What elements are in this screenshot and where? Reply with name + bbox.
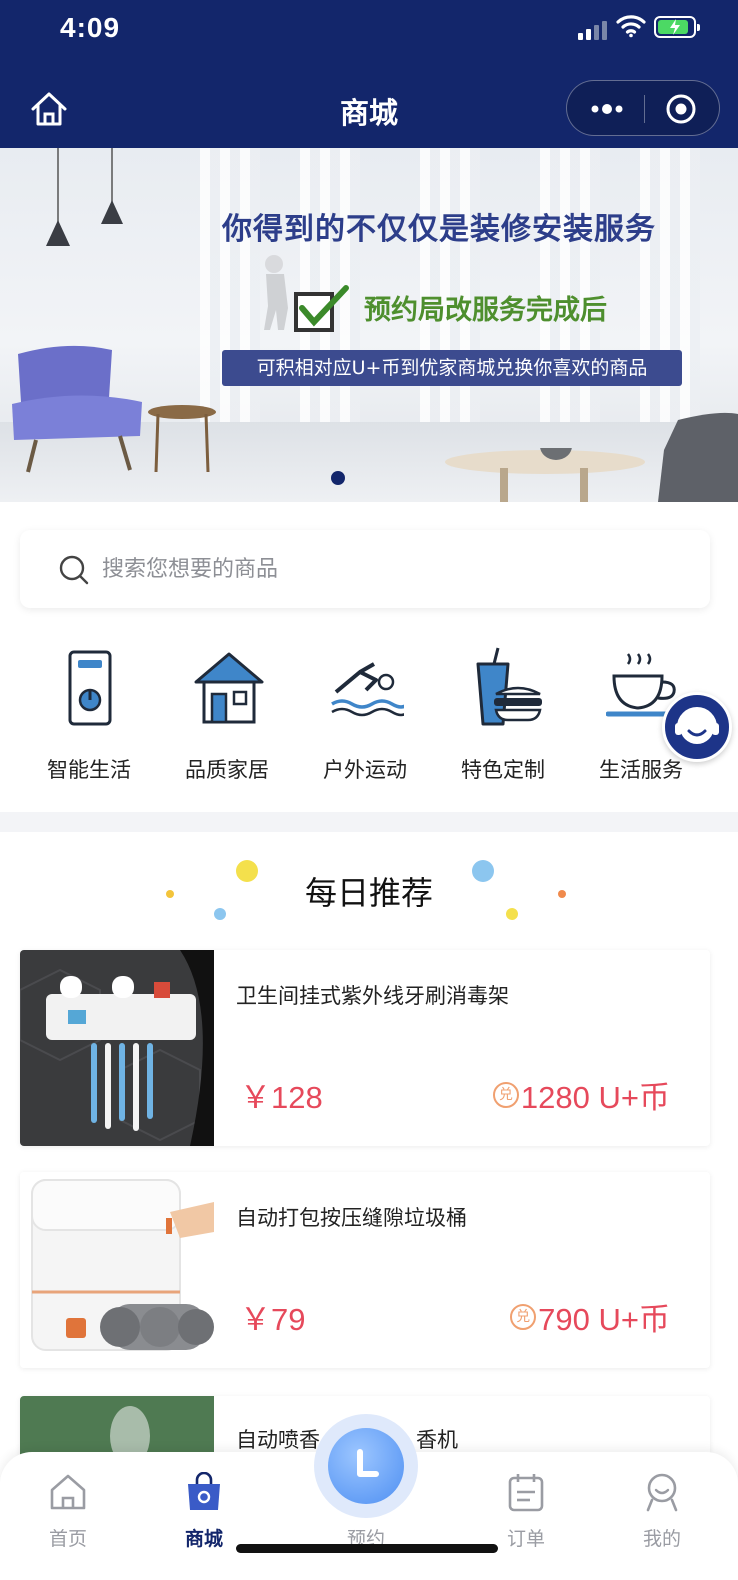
product-image (20, 950, 214, 1146)
search-input[interactable] (102, 544, 682, 594)
shopping-bag-icon (188, 1472, 220, 1510)
customer-service-button[interactable] (662, 692, 732, 762)
battery-icon (654, 16, 700, 38)
promo-banner[interactable]: 你得到的不仅仅是装修安装服务 预约局改服务完成后 可积相对应U+币到优家商城兑换… (0, 148, 738, 502)
tab-home[interactable]: 首页 (8, 1472, 128, 1556)
coin-amount: 1280 U+币 (520, 1080, 670, 1115)
more-icon[interactable] (589, 99, 625, 119)
category-custom[interactable]: 特色定制 (434, 640, 572, 790)
exchange-badge-icon: 兑 (510, 1303, 537, 1330)
search-bar[interactable] (20, 530, 710, 608)
armchair-image (12, 345, 142, 473)
checkmark-image (294, 285, 349, 332)
user-icon (646, 1473, 678, 1512)
banner-headline: 你得到的不仅仅是装修安装服务 (222, 212, 656, 247)
category-grid: 智能生活 品质家居 户外运动 特色定制 生活服务 (0, 640, 738, 800)
booking-button[interactable] (328, 1428, 404, 1504)
headset-icon (675, 707, 719, 744)
product-image (20, 1172, 214, 1368)
wifi-icon (616, 15, 646, 38)
order-icon (508, 1474, 544, 1512)
banner-subline: 预约局改服务完成后 (364, 295, 607, 326)
category-label: 品质家居 (185, 758, 269, 782)
product-price: ￥79 (240, 1302, 306, 1337)
product-card[interactable]: 自动打包按压缝隙垃圾桶 ￥79 兑 790 U+币 (20, 1172, 710, 1368)
side-table-image (148, 405, 216, 473)
exchange-badge-icon: 兑 (492, 1081, 519, 1108)
tab-label: 首页 (48, 1528, 87, 1550)
section-divider (0, 812, 738, 832)
clock-icon (357, 1449, 379, 1477)
banner-tagline: 可积相对应U+币到优家商城兑换你喜欢的商品 (222, 350, 682, 386)
swimmer-icon (331, 662, 404, 717)
tab-label: 我的 (642, 1528, 681, 1550)
category-label: 户外运动 (323, 758, 407, 782)
product-coins: 兑 790 U+币 (510, 1294, 670, 1339)
coin-amount: 790 U+币 (538, 1302, 670, 1337)
miniprogram-capsule (566, 80, 720, 136)
pendant-lamp-image (46, 148, 70, 246)
product-name-start: 自动喷香 (236, 1428, 320, 1452)
status-time: 4:09 (60, 12, 121, 43)
product-price: ￥128 (240, 1080, 323, 1115)
search-icon (59, 555, 89, 585)
category-label: 特色定制 (461, 758, 545, 782)
home-indicator (236, 1544, 498, 1553)
pendant-lamp-image (101, 148, 123, 224)
house-icon (194, 652, 264, 724)
product-name-end: 香机 (416, 1428, 458, 1452)
product-name: 自动打包按压缝隙垃圾桶 (236, 1206, 467, 1230)
carousel-indicator[interactable] (331, 471, 345, 485)
cellular-signal-icon (578, 20, 607, 40)
category-label: 智能生活 (47, 758, 131, 782)
category-outdoor-sports[interactable]: 户外运动 (296, 640, 434, 790)
top-bar: 4:09 商城 (0, 0, 738, 148)
tab-mine[interactable]: 我的 (602, 1472, 722, 1556)
close-target-icon[interactable] (665, 93, 697, 125)
category-smart-life[interactable]: 智能生活 (20, 640, 158, 790)
daily-recommend-title: 每日推荐 (304, 874, 433, 912)
coffee-table-image (445, 448, 645, 502)
smart-switch-icon (68, 650, 112, 726)
category-quality-home[interactable]: 品质家居 (158, 640, 296, 790)
sofa-image (658, 412, 738, 502)
product-name: 卫生间挂式紫外线牙刷消毒架 (236, 984, 509, 1008)
product-coins: 兑 1280 U+币 (492, 1072, 670, 1117)
home-icon (50, 1474, 86, 1510)
drink-burger-icon (476, 647, 542, 726)
product-card[interactable]: 卫生间挂式紫外线牙刷消毒架 ￥128 兑 1280 U+币 (20, 950, 710, 1146)
